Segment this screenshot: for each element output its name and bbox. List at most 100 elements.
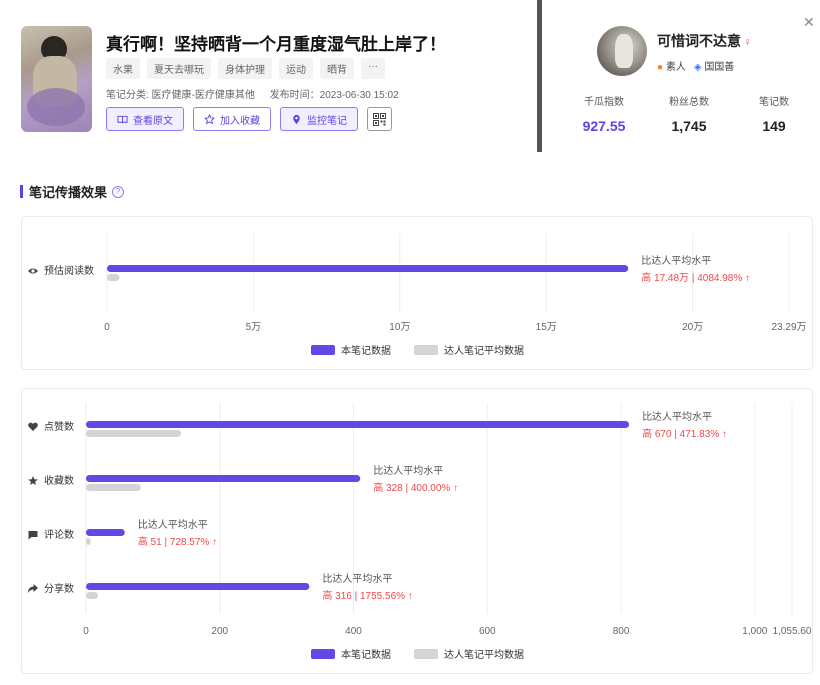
category-label: 分享数 xyxy=(44,582,74,595)
comparison-value: 高 51 | 728.57% ↑ xyxy=(138,535,217,548)
monitor-note-button[interactable]: 监控笔记 xyxy=(280,107,358,131)
badge-amateur: ● 素人 xyxy=(657,58,686,73)
section-title-label: 笔记传播效果 xyxy=(29,185,108,200)
reads-bar-chart: 0 5万 10万 15万 20万 23.29万 预估阅读数 比达人平均水平高 17.48万 |… xyxy=(28,233,807,357)
star-outline-icon xyxy=(204,113,215,124)
category-label: 预估阅读数 xyxy=(44,264,94,277)
add-favorite-button[interactable]: 加入收藏 xyxy=(193,107,271,131)
legend-label-note[interactable]: 本笔记数据 xyxy=(341,648,391,661)
monitor-note-label: 监控笔记 xyxy=(307,115,347,127)
legend-swatch-note[interactable] xyxy=(311,345,335,355)
qrcode-button[interactable] xyxy=(367,107,392,131)
bar-note-data[interactable] xyxy=(86,421,630,428)
stat-value: 149 xyxy=(762,118,786,134)
x-tick-label: 23.29万 xyxy=(771,322,806,333)
x-tick-label: 0 xyxy=(104,322,110,333)
legend-swatch-avg[interactable] xyxy=(414,345,438,355)
eye-icon xyxy=(28,268,38,274)
close-icon[interactable]: ✕ xyxy=(803,14,815,31)
note-meta: 笔记分类: 医疗健康-医疗健康其他 发布时间：2023-06-30 15:02 xyxy=(106,86,399,101)
female-icon: ♀ xyxy=(743,35,752,49)
note-cover-image[interactable] xyxy=(21,26,92,132)
stat-label: 粉丝总数 xyxy=(669,97,709,108)
bar-note-data[interactable] xyxy=(86,529,125,536)
add-favorite-label: 加入收藏 xyxy=(220,115,260,127)
x-tick-label: 20万 xyxy=(682,322,703,333)
author-avatar[interactable] xyxy=(597,26,647,76)
x-tick-label: 600 xyxy=(479,626,496,637)
tag-item[interactable]: 晒背 xyxy=(320,58,354,79)
comparison-value: 高 328 | 400.00% ↑ xyxy=(373,481,458,494)
more-tags-button[interactable]: ··· xyxy=(361,58,385,79)
comparison-value: 高 17.48万 | 4084.98% ↑ xyxy=(641,271,750,284)
x-tick-label: 0 xyxy=(83,626,89,637)
x-tick-label: 5万 xyxy=(246,322,262,333)
bar-note-data[interactable] xyxy=(107,265,629,272)
comparison-title: 比达人平均水平 xyxy=(373,465,443,477)
star-icon xyxy=(28,476,38,485)
x-tick-label: 800 xyxy=(613,626,630,637)
stat-fans: 粉丝总数 1,745 xyxy=(649,93,729,134)
bar-avg-data[interactable] xyxy=(86,484,141,491)
comparison-title: 比达人平均水平 xyxy=(641,255,711,267)
header-divider xyxy=(537,0,542,152)
share-icon xyxy=(28,584,38,593)
legend-label-note[interactable]: 本笔记数据 xyxy=(341,344,391,357)
comparison-value: 高 316 | 1755.56% ↑ xyxy=(322,589,412,602)
author-name[interactable]: 可惜词不达意 xyxy=(657,33,741,49)
comparison-title: 比达人平均水平 xyxy=(322,573,392,585)
qrcode-icon xyxy=(373,112,386,126)
tag-item[interactable]: 运动 xyxy=(279,58,313,79)
engagement-bar-chart: 0 200 400 600 800 1,000 1,055.60点赞数比达人平均水平高 67… xyxy=(28,403,812,661)
legend-swatch-avg[interactable] xyxy=(414,649,438,659)
x-tick-label: 400 xyxy=(345,626,362,637)
chart-panel-reads: 0 5万 10万 15万 20万 23.29万 预估阅读数 比达人平均水平高 17.48万 |… xyxy=(21,216,813,370)
legend-swatch-note[interactable] xyxy=(311,649,335,659)
tag-item[interactable]: 水果 xyxy=(106,58,140,79)
bar-avg-data[interactable] xyxy=(107,274,120,281)
badge-brand: ◈ 国国善 xyxy=(694,58,734,73)
person-icon: ● xyxy=(657,62,664,73)
category-label: 点赞数 xyxy=(44,420,74,433)
chart-legend: 本笔记数据 达人笔记平均数据 xyxy=(311,648,524,661)
comparison-title: 比达人平均水平 xyxy=(138,519,208,531)
chart-legend: 本笔记数据 达人笔记平均数据 xyxy=(311,344,524,357)
tag-item[interactable]: 身体护理 xyxy=(218,58,272,79)
x-tick-label: 200 xyxy=(211,626,228,637)
x-tick-label: 10万 xyxy=(389,322,410,333)
tag-item[interactable]: 夏天去哪玩 xyxy=(147,58,211,79)
legend-label-avg[interactable]: 达人笔记平均数据 xyxy=(444,648,524,661)
location-pin-icon xyxy=(293,114,300,124)
comparison-title: 比达人平均水平 xyxy=(642,411,712,423)
bar-note-data[interactable] xyxy=(86,475,361,482)
x-tick-label: 15万 xyxy=(536,322,557,333)
bar-avg-data[interactable] xyxy=(86,430,181,437)
stat-notes: 笔记数 149 xyxy=(734,93,814,134)
heart-icon xyxy=(28,422,38,431)
note-title: 真行啊！坚持晒背一个月重度湿气肚上岸了！ xyxy=(106,35,446,54)
comment-icon xyxy=(28,531,38,540)
stat-label: 千瓜指数 xyxy=(584,97,624,108)
x-tick-label: 1,055.60 xyxy=(773,626,812,637)
bar-avg-data[interactable] xyxy=(86,538,91,545)
stat-label: 笔记数 xyxy=(759,97,789,108)
view-original-label: 查看原文 xyxy=(133,115,173,127)
x-tick-label: 1,000 xyxy=(742,626,767,637)
stat-value: 927.55 xyxy=(582,118,626,134)
note-category: 笔记分类: 医疗健康-医疗健康其他 xyxy=(106,90,255,101)
view-original-button[interactable]: 查看原文 xyxy=(106,107,184,131)
comparison-value: 高 670 | 471.83% ↑ xyxy=(642,427,727,440)
badge-brand-label: 国国善 xyxy=(704,62,735,73)
section-title: 笔记传播效果 ? xyxy=(20,182,125,201)
author-name-row: 可惜词不达意 ♀ xyxy=(657,31,752,51)
legend-label-avg[interactable]: 达人笔记平均数据 xyxy=(444,344,524,357)
help-icon[interactable]: ? xyxy=(112,185,125,198)
bar-note-data[interactable] xyxy=(86,583,310,590)
category-label: 评论数 xyxy=(44,528,74,541)
note-publish-time: 发布时间：2023-06-30 15:02 xyxy=(269,90,399,101)
note-tags: 水果 夏天去哪玩 身体护理 运动 晒背 ··· xyxy=(106,58,385,79)
book-icon xyxy=(117,115,128,123)
chart-panel-engagement: 0 200 400 600 800 1,000 1,055.60 点赞数 比达人平均水平高 67… xyxy=(21,388,813,674)
category-label: 收藏数 xyxy=(44,474,74,487)
bar-avg-data[interactable] xyxy=(86,592,99,599)
